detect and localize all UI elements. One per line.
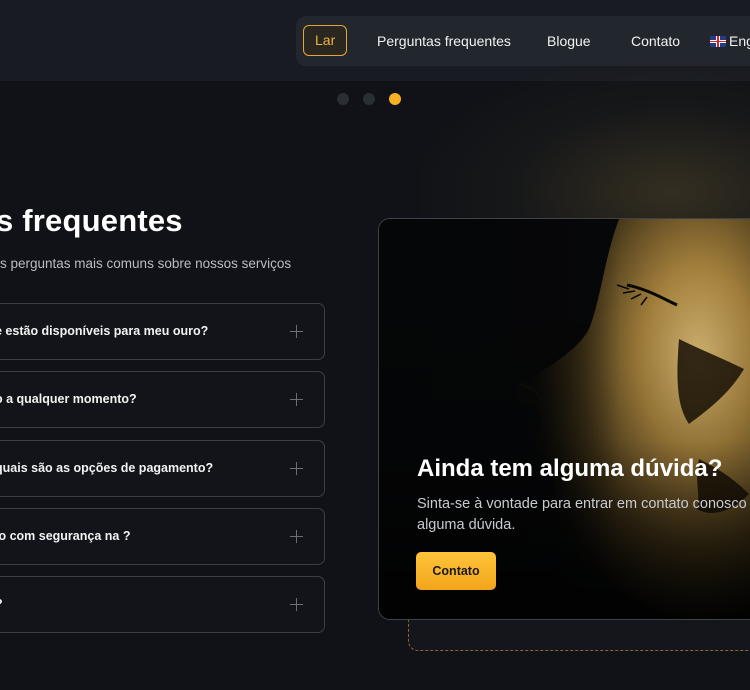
faq-subtitle: s perguntas mais comuns sobre nossos ser… <box>0 256 292 271</box>
carousel-dot-1[interactable] <box>337 93 349 105</box>
faq-question: lo com segurança na ? <box>0 529 131 543</box>
contact-card: Ainda tem alguma dúvida? Sinta-se à vont… <box>378 218 750 620</box>
faq-question: e estão disponíveis para meu ouro? <box>0 324 209 338</box>
faq-item[interactable]: quais são as opções de pagamento? <box>0 440 325 497</box>
contact-card-title: Ainda tem alguma dúvida? <box>417 455 723 482</box>
contact-button[interactable]: Contato <box>416 552 496 590</box>
uk-flag-icon <box>710 36 726 47</box>
plus-icon[interactable] <box>290 462 303 475</box>
nav-item-home[interactable]: Lar <box>303 25 348 56</box>
faq-question: o a qualquer momento? <box>0 392 137 406</box>
nav-item-blog[interactable]: Blogue <box>547 16 591 66</box>
faq-question: quais são as opções de pagamento? <box>0 461 214 475</box>
faq-item[interactable]: ? <box>0 576 325 633</box>
plus-icon[interactable] <box>290 598 303 611</box>
carousel-dot-2[interactable] <box>363 93 375 105</box>
plus-icon[interactable] <box>290 393 303 406</box>
faq-item[interactable]: e estão disponíveis para meu ouro? <box>0 303 325 360</box>
nav-item-faq[interactable]: Perguntas frequentes <box>377 16 511 66</box>
plus-icon[interactable] <box>290 325 303 338</box>
faq-title: s frequentes <box>0 203 183 238</box>
language-selector[interactable]: Engl <box>710 16 750 66</box>
main-nav: Lar Perguntas frequentes Blogue Contato … <box>296 16 750 66</box>
faq-item[interactable]: lo com segurança na ? <box>0 508 325 565</box>
language-label: Engl <box>729 33 750 49</box>
carousel-dot-3[interactable] <box>389 93 401 105</box>
contact-card-text: Sinta-se à vontade para entrar em contat… <box>417 496 747 533</box>
faq-item[interactable]: o a qualquer momento? <box>0 371 325 428</box>
plus-icon[interactable] <box>290 530 303 543</box>
faq-question: ? <box>0 577 3 632</box>
nav-item-contact[interactable]: Contato <box>631 16 680 66</box>
